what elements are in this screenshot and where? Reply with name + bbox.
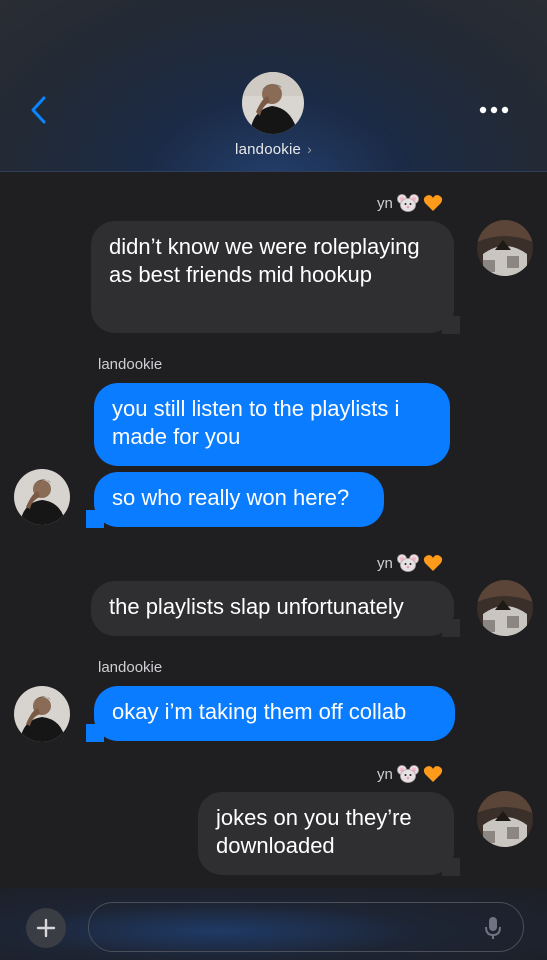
bubble-tail: [442, 858, 460, 876]
mouse-emoji: [396, 194, 419, 212]
bubble-tail: [442, 619, 460, 637]
message-bubble-outgoing[interactable]: okay i’m taking them off collab: [94, 686, 455, 741]
yn-photo: [477, 791, 533, 847]
message-text: jokes on you they’re downloaded: [216, 805, 412, 858]
sender-label: yn: [377, 193, 443, 213]
plus-icon: [36, 918, 56, 938]
sender-label: yn: [377, 553, 443, 573]
avatar[interactable]: [14, 469, 70, 525]
message-bubble-outgoing[interactable]: you still listen to the playlists i made…: [94, 383, 450, 466]
message-composer: [0, 888, 547, 960]
contact-photo: [242, 72, 304, 134]
bubble-tail: [442, 316, 460, 334]
contact-name: landookie: [235, 141, 302, 158]
add-attachment-button[interactable]: [26, 908, 66, 948]
chevron-left-icon: [31, 96, 46, 124]
back-button[interactable]: [22, 92, 54, 128]
contact-avatar[interactable]: [242, 72, 304, 134]
avatar[interactable]: [14, 686, 70, 742]
message-bubble-incoming[interactable]: the playlists slap unfortunately: [91, 581, 454, 636]
landookie-photo: [14, 686, 70, 742]
message-text: the playlists slap unfortunately: [109, 594, 404, 619]
message-text: so who really won here?: [112, 485, 350, 510]
landookie-photo: [14, 469, 70, 525]
mouse-emoji: [396, 765, 419, 783]
sender-label: yn: [377, 764, 443, 784]
sender-name: landookie: [98, 659, 163, 676]
orange-heart-icon: [423, 195, 442, 211]
sender-name: yn: [377, 554, 393, 572]
bubble-tail: [86, 510, 104, 528]
message-text: you still listen to the playlists i made…: [112, 396, 400, 449]
sender-label: landookie: [98, 356, 162, 373]
microphone-icon: [485, 917, 501, 939]
ellipsis-icon: [479, 106, 509, 114]
avatar[interactable]: [477, 580, 533, 636]
message-input[interactable]: [88, 902, 524, 952]
sender-name: yn: [377, 765, 393, 783]
contact-name-button[interactable]: landookie ›: [0, 141, 547, 158]
sender-name: landookie: [98, 356, 163, 373]
dictation-button[interactable]: [480, 915, 506, 941]
orange-heart-icon: [423, 766, 442, 782]
avatar[interactable]: [477, 791, 533, 847]
message-bubble-incoming[interactable]: jokes on you they’re downloaded: [198, 792, 454, 875]
yn-photo: [477, 220, 533, 276]
message-bubble-incoming[interactable]: didn’t know we were roleplaying as best …: [91, 221, 454, 333]
message-bubble-outgoing[interactable]: so who really won here?: [94, 472, 384, 527]
more-options-button[interactable]: [477, 96, 511, 124]
mouse-emoji: [396, 554, 419, 572]
orange-heart-icon: [423, 555, 442, 571]
bubble-tail: [86, 724, 104, 742]
chevron-right-icon: ›: [307, 141, 312, 157]
yn-photo: [477, 580, 533, 636]
conversation-header: landookie ›: [0, 0, 547, 172]
sender-name: yn: [377, 194, 393, 212]
message-text: didn’t know we were roleplaying as best …: [109, 234, 420, 287]
message-text: okay i’m taking them off collab: [112, 699, 407, 724]
sender-label: landookie: [98, 659, 162, 676]
avatar[interactable]: [477, 220, 533, 276]
